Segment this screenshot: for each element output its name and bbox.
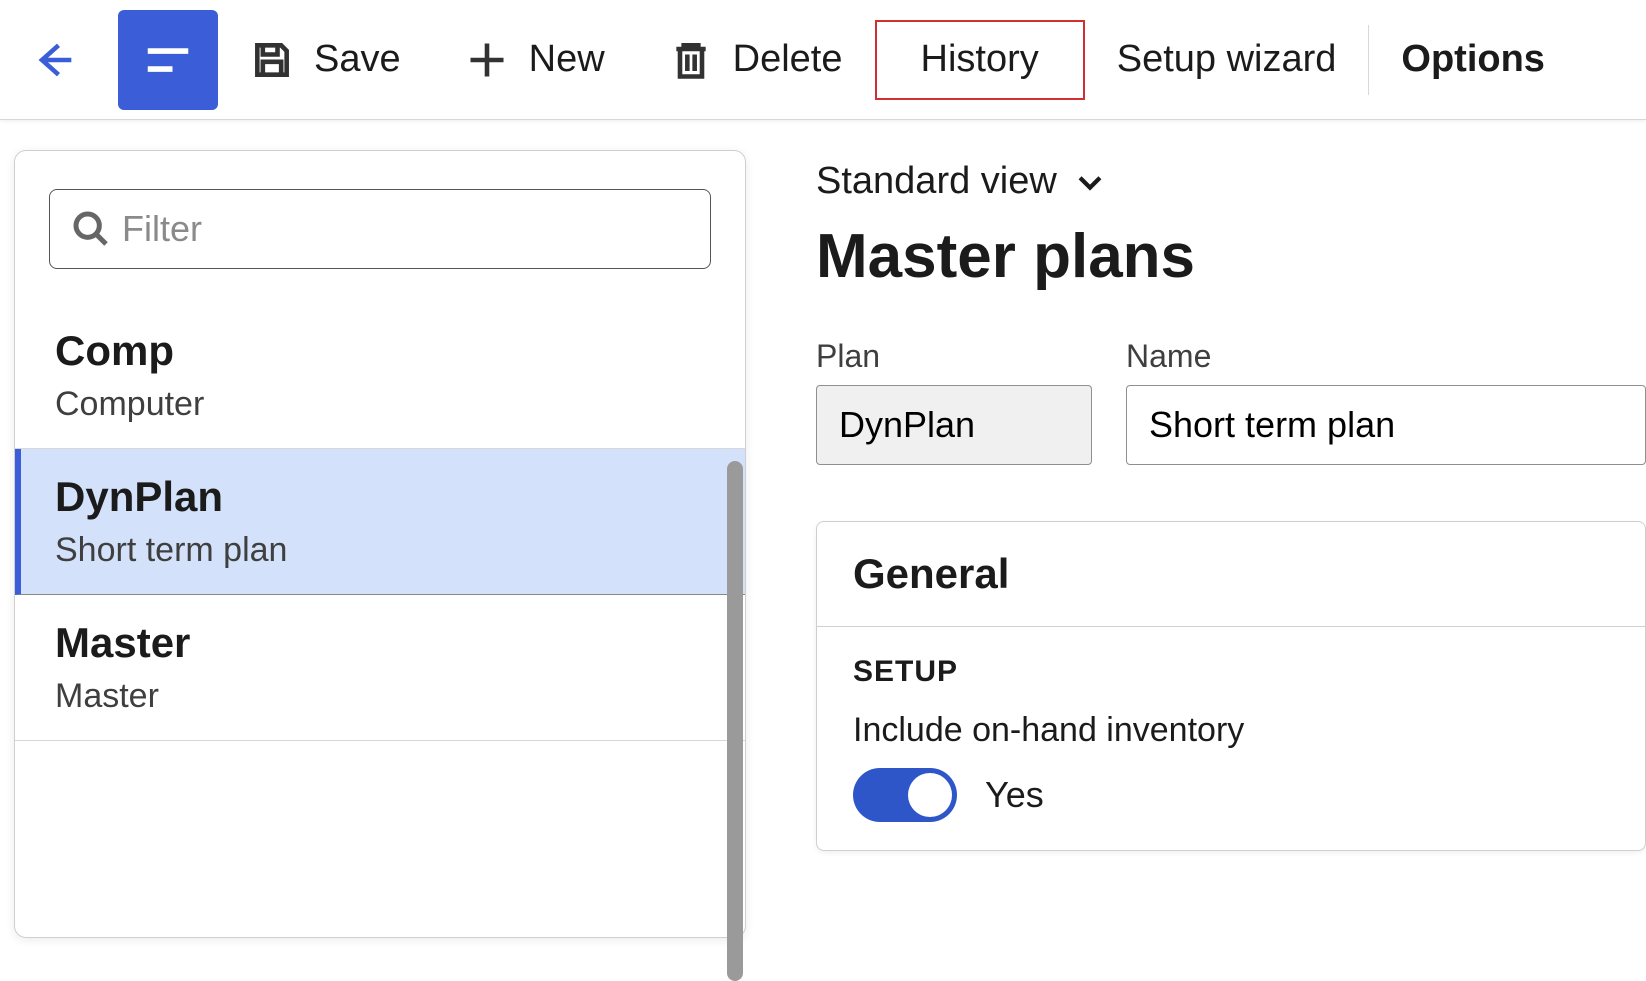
general-section: General SETUP Include on-hand inventory … bbox=[816, 521, 1646, 851]
name-label: Name bbox=[1126, 338, 1646, 375]
list-item-name: Master bbox=[55, 677, 705, 716]
menu-icon bbox=[141, 33, 195, 87]
name-field: Name bbox=[1126, 338, 1646, 465]
toolbar: Save New Delete History Setup wizard Opt… bbox=[0, 0, 1646, 120]
list-item-code: DynPlan bbox=[55, 473, 705, 521]
filter-wrap bbox=[49, 189, 711, 269]
back-button[interactable] bbox=[18, 25, 88, 95]
trash-icon bbox=[669, 38, 713, 82]
setup-wizard-label: Setup wizard bbox=[1117, 38, 1337, 81]
onhand-inventory-toggle[interactable] bbox=[853, 768, 957, 822]
page-title: Master plans bbox=[816, 221, 1646, 292]
plan-field: Plan bbox=[816, 338, 1092, 465]
setup-wizard-button[interactable]: Setup wizard bbox=[1085, 20, 1369, 100]
list-panel: Comp Computer DynPlan Short term plan Ma… bbox=[14, 150, 746, 938]
plan-label: Plan bbox=[816, 338, 1092, 375]
plan-input[interactable] bbox=[816, 385, 1092, 465]
save-button[interactable]: Save bbox=[218, 20, 433, 100]
filter-input[interactable] bbox=[49, 189, 711, 269]
list-item-code: Master bbox=[55, 619, 705, 667]
toggle-thumb bbox=[908, 773, 952, 817]
list-item[interactable]: Comp Computer bbox=[15, 303, 745, 449]
name-input[interactable] bbox=[1126, 385, 1646, 465]
history-button[interactable]: History bbox=[875, 20, 1085, 100]
toggle-label: Include on-hand inventory bbox=[853, 711, 1609, 750]
delete-label: Delete bbox=[733, 38, 843, 81]
field-row: Plan Name bbox=[816, 338, 1646, 465]
section-body: SETUP Include on-hand inventory Yes bbox=[817, 627, 1645, 850]
list-item-name: Short term plan bbox=[55, 531, 705, 570]
main-content: Comp Computer DynPlan Short term plan Ma… bbox=[0, 120, 1646, 938]
save-label: Save bbox=[314, 38, 401, 81]
plus-icon bbox=[465, 38, 509, 82]
section-header[interactable]: General bbox=[817, 522, 1645, 627]
view-selector[interactable]: Standard view bbox=[816, 160, 1646, 203]
new-label: New bbox=[529, 38, 605, 81]
options-button[interactable]: Options bbox=[1369, 20, 1577, 100]
history-label: History bbox=[921, 38, 1039, 81]
options-label: Options bbox=[1401, 38, 1545, 81]
list-item[interactable]: Master Master bbox=[15, 595, 745, 741]
list-item[interactable]: DynPlan Short term plan bbox=[15, 449, 745, 595]
list-item-name: Computer bbox=[55, 385, 705, 424]
delete-button[interactable]: Delete bbox=[637, 20, 875, 100]
scrollbar-thumb[interactable] bbox=[727, 461, 743, 981]
chevron-down-icon bbox=[1073, 165, 1107, 199]
toggle-state: Yes bbox=[985, 774, 1044, 816]
menu-button[interactable] bbox=[118, 10, 218, 110]
arrow-left-icon bbox=[31, 38, 75, 82]
detail-panel: Standard view Master plans Plan Name Gen… bbox=[746, 150, 1646, 938]
search-icon bbox=[71, 209, 111, 249]
list-item-code: Comp bbox=[55, 327, 705, 375]
view-selector-label: Standard view bbox=[816, 160, 1057, 203]
setup-heading: SETUP bbox=[853, 655, 1609, 689]
toggle-row: Yes bbox=[853, 768, 1609, 822]
list-scroll[interactable]: Comp Computer DynPlan Short term plan Ma… bbox=[15, 303, 745, 891]
save-icon bbox=[250, 38, 294, 82]
new-button[interactable]: New bbox=[433, 20, 637, 100]
